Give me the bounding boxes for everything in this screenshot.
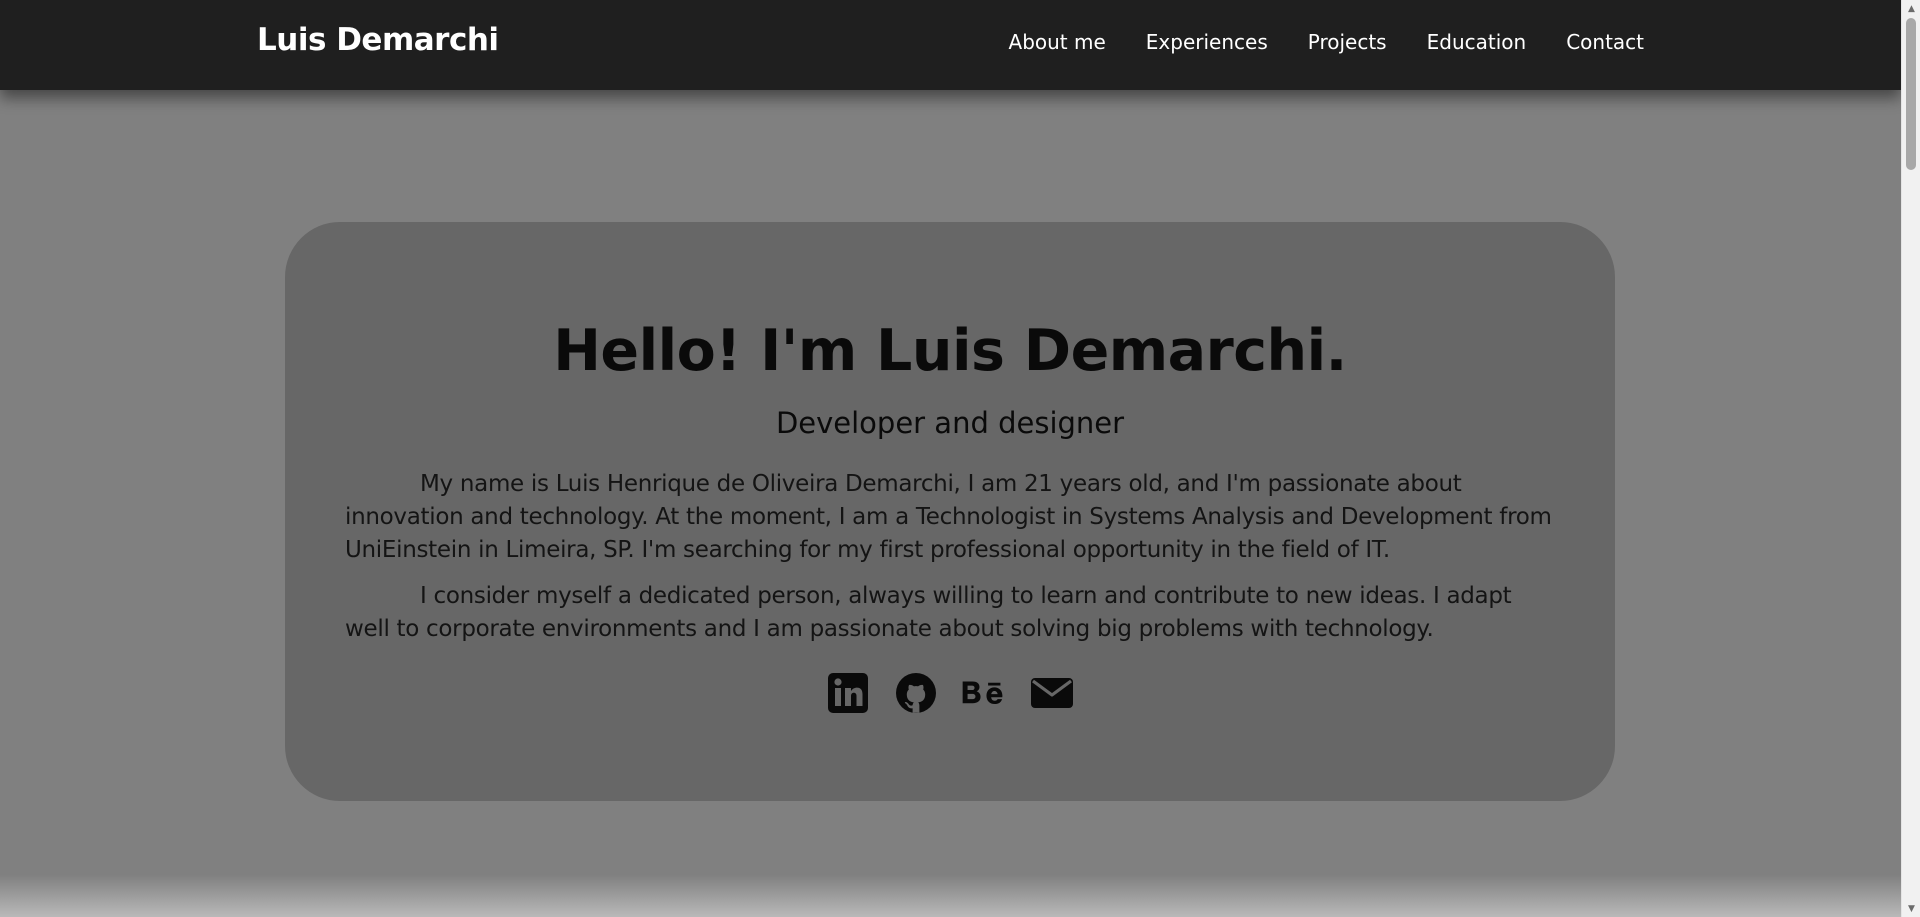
nav-link-experiences[interactable]: Experiences: [1126, 30, 1288, 54]
vertical-scrollbar[interactable]: ▲ ▼: [1901, 0, 1920, 917]
nav-link-projects[interactable]: Projects: [1288, 30, 1407, 54]
hero-title: Hello! I'm Luis Demarchi.: [553, 318, 1347, 384]
scrollbar-thumb[interactable]: [1906, 18, 1916, 170]
github-icon[interactable]: [893, 670, 939, 716]
hero-subtitle: Developer and designer: [775, 406, 1125, 440]
hero-card: Hello! I'm Luis Demarchi. Developer and …: [285, 222, 1615, 801]
nav-link-about-me[interactable]: About me: [989, 30, 1126, 54]
brand-logo[interactable]: Luis Demarchi: [257, 22, 499, 58]
section-divider-fade: [0, 875, 1901, 917]
nav-link-contact[interactable]: Contact: [1546, 30, 1644, 54]
social-links: [285, 670, 1615, 716]
behance-icon[interactable]: [961, 670, 1007, 716]
page-viewport: Luis Demarchi About me Experiences Proje…: [0, 0, 1901, 917]
linkedin-icon[interactable]: [825, 670, 871, 716]
nav-links: About me Experiences Projects Education …: [989, 30, 1644, 54]
scroll-down-arrow-icon[interactable]: ▼: [1902, 900, 1920, 917]
navbar: Luis Demarchi About me Experiences Proje…: [0, 0, 1901, 90]
hero-paragraph-2: I consider myself a dedicated person, al…: [345, 583, 1512, 642]
hero-paragraph-1: My name is Luis Henrique de Oliveira Dem…: [345, 471, 1552, 563]
email-icon[interactable]: [1029, 670, 1075, 716]
nav-link-education[interactable]: Education: [1407, 30, 1547, 54]
scroll-up-arrow-icon[interactable]: ▲: [1902, 0, 1920, 17]
